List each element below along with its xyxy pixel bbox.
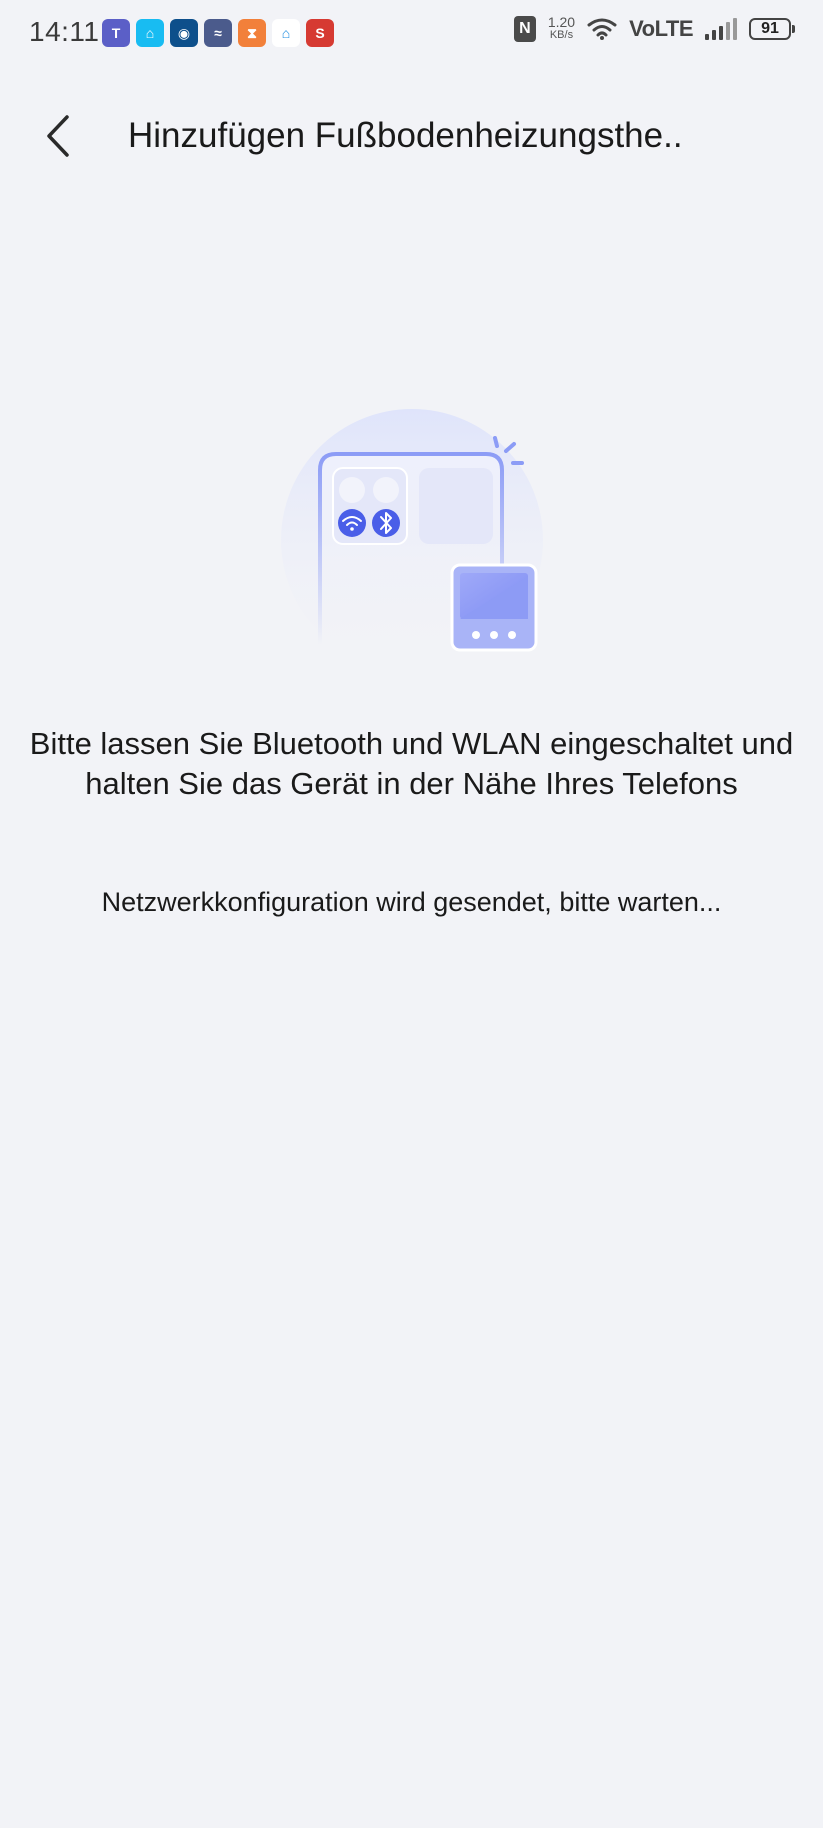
page-title: Hinzufügen Fußbodenheizungsthe.. <box>128 116 683 155</box>
notification-icons: T ⌂ ◉ ≈ ⧗ ⌂ S <box>102 19 334 47</box>
instruction-text: Bitte lassen Sie Bluetooth und WLAN eing… <box>29 726 794 801</box>
back-button[interactable] <box>30 108 86 164</box>
network-speed: 1.20 KB/s <box>547 14 576 42</box>
aqara-icon: ≈ <box>204 19 232 47</box>
hourglass-app-icon: ⧗ <box>238 19 266 47</box>
camera-app-icon: ◉ <box>170 19 198 47</box>
teams-icon: T <box>102 19 130 47</box>
pairing-illustration <box>270 400 560 680</box>
nfc-icon: N <box>513 16 536 42</box>
progress-status-text: Netzwerkkonfiguration wird gesendet, bit… <box>101 887 722 917</box>
home-assistant-icon: ⌂ <box>136 19 164 47</box>
volte-label: VoLTE <box>629 16 693 41</box>
battery-icon: 91 <box>749 18 795 40</box>
s-app-icon: S <box>306 19 334 47</box>
wifi-icon <box>587 18 617 40</box>
smart-home-icon: ⌂ <box>272 19 300 47</box>
cell-signal-icon <box>705 18 737 40</box>
network-speed-unit: KB/s <box>549 29 574 41</box>
network-speed-value: 1.20 <box>547 14 576 30</box>
status-bar: 14:11 T ⌂ ◉ ≈ ⧗ ⌂ S N 1.20 KB/s VoLTE 91 <box>0 0 823 66</box>
status-time: 14:11 <box>29 16 100 47</box>
battery-level: 91 <box>761 20 779 37</box>
header: Hinzufügen Fußbodenheizungsthe.. <box>0 96 823 176</box>
system-status: N 1.20 KB/s VoLTE 91 <box>513 14 795 42</box>
chevron-left-icon <box>47 115 69 157</box>
